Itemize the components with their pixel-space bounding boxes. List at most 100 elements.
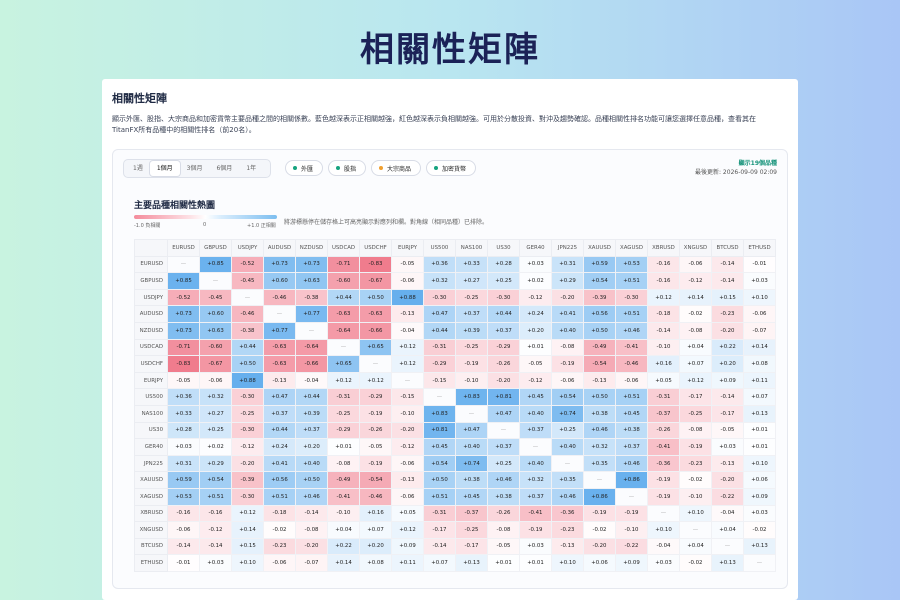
correlation-cell[interactable]: +0.25: [487, 272, 520, 290]
correlation-cell[interactable]: -0.05: [391, 255, 424, 274]
correlation-cell[interactable]: -0.23: [551, 521, 584, 539]
correlation-cell[interactable]: -0.30: [615, 288, 648, 307]
correlation-cell[interactable]: +0.40: [551, 321, 584, 340]
correlation-cell[interactable]: +0.05: [647, 371, 680, 390]
correlation-cell[interactable]: -0.23: [711, 305, 744, 323]
correlation-cell[interactable]: -0.66: [359, 321, 392, 340]
correlation-cell[interactable]: -0.71: [167, 338, 200, 357]
correlation-cell[interactable]: -0.83: [167, 355, 200, 373]
correlation-cell[interactable]: +0.29: [551, 272, 584, 290]
correlation-cell[interactable]: +0.31: [167, 454, 200, 473]
correlation-cell[interactable]: -0.08: [295, 521, 328, 539]
correlation-cell[interactable]: +0.36: [167, 388, 200, 406]
correlation-cell[interactable]: -0.08: [679, 321, 712, 340]
correlation-cell[interactable]: -0.13: [391, 471, 424, 489]
correlation-cell[interactable]: +0.06: [743, 471, 776, 489]
correlation-cell[interactable]: +0.12: [391, 338, 424, 357]
correlation-cell[interactable]: +0.12: [359, 371, 392, 390]
correlation-cell[interactable]: -0.67: [199, 355, 232, 373]
correlation-cell[interactable]: +0.16: [647, 355, 680, 373]
correlation-cell[interactable]: -0.05: [519, 355, 552, 373]
correlation-cell[interactable]: -0.04: [295, 371, 328, 390]
correlation-cell[interactable]: -0.04: [711, 504, 744, 523]
correlation-cell[interactable]: +0.07: [359, 521, 392, 539]
correlation-cell[interactable]: +0.50: [583, 321, 616, 340]
correlation-cell[interactable]: —: [391, 371, 424, 390]
correlation-cell[interactable]: +0.28: [487, 255, 520, 274]
correlation-cell[interactable]: +0.44: [487, 305, 520, 323]
correlation-cell[interactable]: -0.19: [359, 404, 392, 423]
correlation-cell[interactable]: +0.01: [519, 554, 552, 572]
correlation-cell[interactable]: +0.40: [551, 438, 584, 456]
correlation-cell[interactable]: +0.07: [743, 388, 776, 406]
correlation-cell[interactable]: —: [647, 504, 680, 523]
correlation-cell[interactable]: -0.20: [391, 421, 424, 440]
correlation-cell[interactable]: -0.25: [231, 404, 264, 423]
correlation-cell[interactable]: -0.29: [327, 421, 360, 440]
filter-chip[interactable]: 大宗商品: [371, 160, 422, 176]
correlation-cell[interactable]: +0.27: [199, 404, 232, 423]
correlation-cell[interactable]: +0.08: [359, 554, 392, 572]
correlation-cell[interactable]: +0.46: [487, 471, 520, 489]
correlation-cell[interactable]: —: [743, 554, 776, 572]
correlation-cell[interactable]: -0.39: [231, 471, 264, 489]
correlation-cell[interactable]: +0.63: [295, 272, 328, 290]
correlation-cell[interactable]: -0.17: [711, 404, 744, 423]
correlation-cell[interactable]: +0.54: [551, 388, 584, 406]
correlation-cell[interactable]: -0.08: [487, 521, 520, 539]
correlation-cell[interactable]: -0.10: [391, 404, 424, 423]
correlation-cell[interactable]: +0.53: [167, 487, 200, 506]
correlation-cell[interactable]: -0.10: [647, 338, 680, 357]
correlation-cell[interactable]: +0.03: [743, 504, 776, 523]
correlation-cell[interactable]: -0.20: [551, 288, 584, 307]
correlation-cell[interactable]: -0.36: [551, 504, 584, 523]
correlation-cell[interactable]: +0.11: [743, 371, 776, 390]
correlation-cell[interactable]: —: [455, 404, 488, 423]
correlation-cell[interactable]: +0.65: [359, 338, 392, 357]
correlation-cell[interactable]: +0.15: [711, 288, 744, 307]
correlation-cell[interactable]: +0.47: [263, 388, 296, 406]
correlation-cell[interactable]: +0.09: [615, 554, 648, 572]
correlation-cell[interactable]: -0.30: [231, 421, 264, 440]
correlation-cell[interactable]: -0.16: [199, 504, 232, 523]
correlation-cell[interactable]: -0.14: [423, 537, 456, 556]
correlation-cell[interactable]: +0.85: [199, 255, 232, 274]
correlation-cell[interactable]: +0.45: [423, 438, 456, 456]
correlation-cell[interactable]: —: [679, 521, 712, 539]
correlation-cell[interactable]: -0.06: [391, 487, 424, 506]
correlation-cell[interactable]: +0.13: [743, 537, 776, 556]
correlation-cell[interactable]: -0.06: [199, 371, 232, 390]
correlation-cell[interactable]: +0.54: [199, 471, 232, 489]
correlation-cell[interactable]: -0.49: [327, 471, 360, 489]
correlation-cell[interactable]: +0.10: [679, 504, 712, 523]
correlation-cell[interactable]: +0.06: [583, 554, 616, 572]
correlation-cell[interactable]: +0.12: [327, 371, 360, 390]
correlation-cell[interactable]: -0.08: [551, 338, 584, 357]
correlation-cell[interactable]: -0.08: [327, 454, 360, 473]
correlation-cell[interactable]: +0.03: [519, 255, 552, 274]
correlation-cell[interactable]: +0.37: [455, 305, 488, 323]
correlation-cell[interactable]: +0.37: [519, 487, 552, 506]
correlation-cell[interactable]: -0.12: [679, 272, 712, 290]
correlation-cell[interactable]: -0.08: [679, 421, 712, 440]
correlation-cell[interactable]: +0.45: [615, 404, 648, 423]
correlation-cell[interactable]: +0.51: [263, 487, 296, 506]
correlation-cell[interactable]: +0.01: [743, 438, 776, 456]
correlation-cell[interactable]: +0.20: [519, 321, 552, 340]
correlation-cell[interactable]: —: [327, 338, 360, 357]
correlation-cell[interactable]: -0.02: [263, 521, 296, 539]
correlation-cell[interactable]: -0.31: [423, 338, 456, 357]
correlation-cell[interactable]: -0.01: [743, 255, 776, 274]
correlation-cell[interactable]: +0.74: [551, 404, 584, 423]
correlation-cell[interactable]: +0.13: [743, 404, 776, 423]
correlation-cell[interactable]: +0.29: [199, 454, 232, 473]
correlation-cell[interactable]: -0.26: [359, 421, 392, 440]
correlation-cell[interactable]: +0.56: [263, 471, 296, 489]
correlation-cell[interactable]: +0.40: [519, 454, 552, 473]
correlation-cell[interactable]: +0.81: [487, 388, 520, 406]
correlation-cell[interactable]: -0.20: [487, 371, 520, 390]
correlation-cell[interactable]: -0.02: [679, 471, 712, 489]
correlation-cell[interactable]: -0.31: [647, 388, 680, 406]
correlation-cell[interactable]: +0.12: [679, 371, 712, 390]
correlation-cell[interactable]: +0.59: [583, 255, 616, 274]
